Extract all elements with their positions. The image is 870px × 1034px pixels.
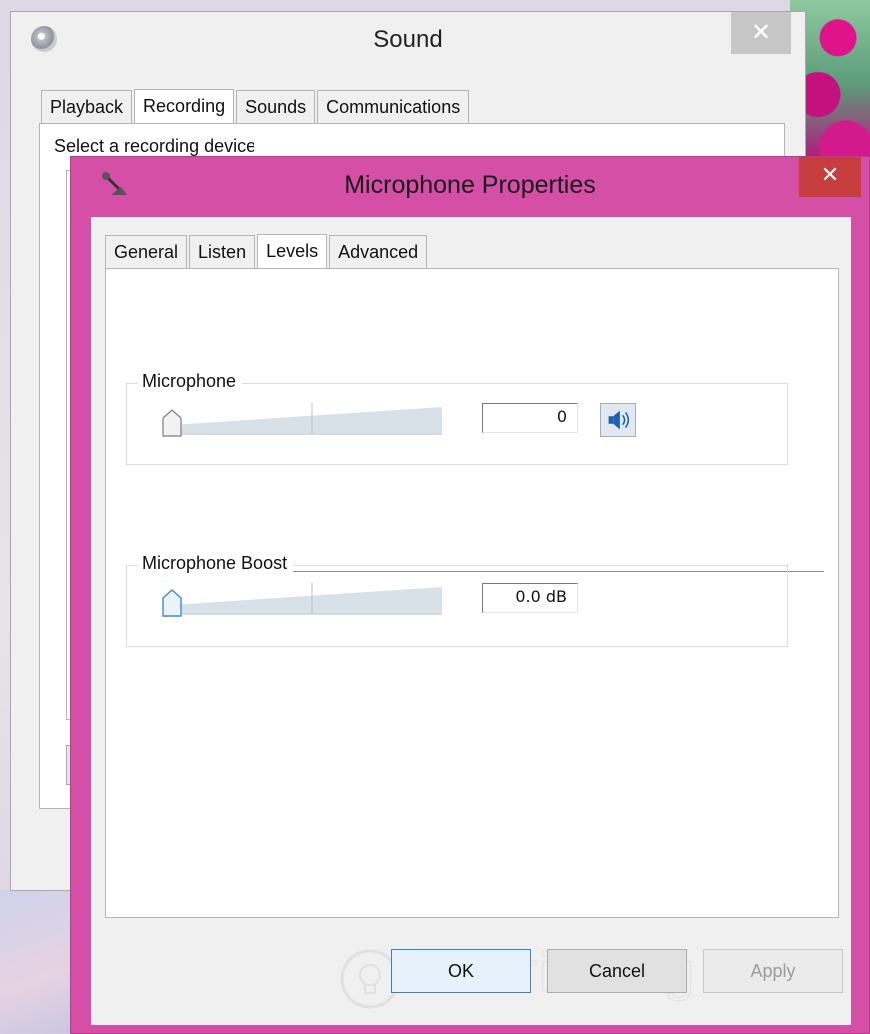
- microphone-properties-window: Microphone Properties ✕ General Listen L…: [70, 156, 870, 1034]
- tab-sounds[interactable]: Sounds: [236, 90, 316, 124]
- mute-toggle-button[interactable]: [600, 403, 636, 437]
- levels-panel: Microphone 0 Microphone Boost 0.0 dB: [105, 268, 839, 1009]
- microphone-slider-track[interactable]: [162, 403, 442, 437]
- microphone-slider-thumb[interactable]: [162, 409, 182, 437]
- sound-window-title: Sound: [373, 26, 443, 53]
- apply-button[interactable]: Apply: [703, 949, 843, 993]
- sound-tabs: Playback Recording Sounds Communications: [41, 88, 471, 125]
- tab-levels[interactable]: Levels: [257, 234, 328, 270]
- mic-title-bar[interactable]: Microphone Properties ✕: [71, 157, 869, 213]
- boost-slider-thumb[interactable]: [162, 589, 182, 617]
- tab-playback[interactable]: Playback: [41, 90, 133, 124]
- tab-advanced[interactable]: Advanced: [329, 235, 428, 269]
- mic-tabs: General Listen Levels Advanced: [105, 233, 429, 270]
- boost-label: Microphone Boost: [138, 553, 294, 574]
- mic-window-title: Microphone Properties: [344, 171, 596, 199]
- cancel-button[interactable]: Cancel: [547, 949, 687, 993]
- mic-dialog-body: General Listen Levels Advanced Microphon…: [91, 217, 851, 1025]
- tab-general[interactable]: General: [105, 235, 188, 269]
- wallpaper-lower: [0, 890, 80, 1034]
- boost-slider[interactable]: [148, 583, 442, 617]
- mic-close-button[interactable]: ✕: [799, 157, 861, 197]
- boost-value-field[interactable]: 0.0 dB: [482, 583, 578, 613]
- microphone-slider[interactable]: [148, 403, 442, 437]
- speaker-volume-icon: [608, 410, 630, 430]
- tab-listen[interactable]: Listen: [189, 235, 256, 269]
- tab-recording[interactable]: Recording: [134, 89, 235, 125]
- recording-description: Select a recording device below to modif…: [54, 136, 254, 156]
- microphone-value-field[interactable]: 0: [482, 403, 578, 433]
- ok-button[interactable]: OK: [391, 949, 531, 993]
- sound-close-button[interactable]: ✕: [731, 12, 791, 54]
- microphone-label: Microphone: [138, 371, 243, 392]
- sound-title-bar[interactable]: Sound ✕: [11, 12, 805, 74]
- boost-slider-track[interactable]: [162, 583, 442, 617]
- tab-communications[interactable]: Communications: [317, 90, 470, 124]
